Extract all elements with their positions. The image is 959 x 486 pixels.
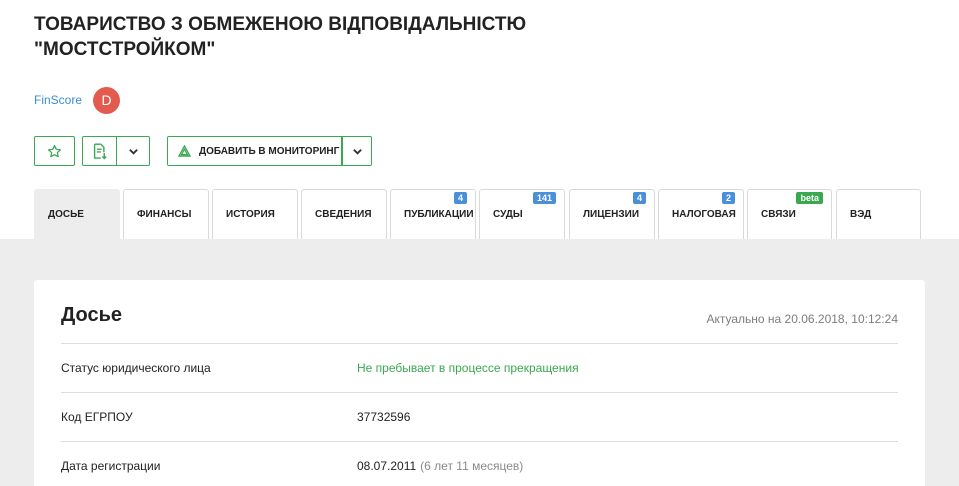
tab-count-badge: 2 bbox=[721, 192, 735, 204]
info-row-registration-date: Дата регистрации 08.07.2011 (6 лет 11 ме… bbox=[61, 441, 898, 486]
tab-info[interactable]: СВЕДЕНИЯ bbox=[301, 189, 387, 239]
tab-count-badge: 4 bbox=[632, 192, 646, 204]
monitoring-dropdown-button[interactable] bbox=[342, 136, 372, 166]
tab-label: ПУБЛИКАЦИИ bbox=[404, 209, 474, 220]
tab-label: СВЯЗИ bbox=[761, 209, 796, 220]
tab-label: НАЛОГОВАЯ bbox=[672, 209, 736, 220]
favorite-button[interactable] bbox=[34, 136, 75, 166]
tab-label: ЛИЦЕНЗИИ bbox=[583, 209, 640, 220]
dossier-card: Досье Актуально на 20.06.2018, 10:12:24 … bbox=[34, 280, 925, 486]
star-icon bbox=[47, 144, 62, 157]
toolbar: ДОБАВИТЬ В МОНИТОРИНГ bbox=[34, 136, 372, 166]
tab-label: СВЕДЕНИЯ bbox=[315, 209, 372, 220]
tab-label: СУДЫ bbox=[493, 209, 523, 220]
tab-relations[interactable]: СВЯЗИ beta bbox=[747, 189, 832, 239]
company-title: ТОВАРИСТВО З ОБМЕЖЕНОЮ ВІДПОВІДАЛЬНІСТЮ … bbox=[34, 14, 527, 60]
row-value: 08.07.2011 bbox=[357, 458, 417, 473]
finscore: FinScore D bbox=[34, 86, 121, 114]
row-value-note: (6 лет 11 месяцев) bbox=[420, 458, 524, 473]
info-row-edrpou: Код ЕГРПОУ 37732596 bbox=[61, 392, 898, 441]
tab-beta-badge: beta bbox=[796, 192, 823, 204]
export-button-group bbox=[82, 136, 150, 166]
row-value: Не пребывает в процессе прекращения bbox=[357, 360, 579, 375]
tab-label: ВЭД bbox=[850, 209, 872, 220]
tab-dossier[interactable]: ДОСЬЕ bbox=[34, 189, 120, 239]
tab-label: ДОСЬЕ bbox=[48, 209, 84, 220]
tab-foreign-trade[interactable]: ВЭД bbox=[836, 189, 921, 239]
row-label: Дата регистрации bbox=[61, 458, 161, 473]
chevron-down-icon bbox=[128, 148, 138, 155]
export-document-icon bbox=[93, 142, 107, 159]
monitoring-triangle-icon bbox=[178, 145, 191, 157]
tab-count-badge: 141 bbox=[532, 192, 556, 204]
tab-count-badge: 4 bbox=[453, 192, 467, 204]
add-to-monitoring-button[interactable]: ДОБАВИТЬ В МОНИТОРИНГ bbox=[167, 136, 342, 166]
tab-finance[interactable]: ФИНАНСЫ bbox=[123, 189, 209, 239]
info-row-status: Статус юридического лица Не пребывает в … bbox=[61, 343, 898, 392]
tab-courts[interactable]: СУДЫ 141 bbox=[479, 189, 565, 239]
export-button[interactable] bbox=[82, 136, 117, 166]
tab-label: ИСТОРИЯ bbox=[226, 209, 275, 220]
tab-licenses[interactable]: ЛИЦЕНЗИИ 4 bbox=[569, 189, 655, 239]
tab-history[interactable]: ИСТОРИЯ bbox=[212, 189, 298, 239]
tab-publications[interactable]: ПУБЛИКАЦИИ 4 bbox=[390, 189, 476, 239]
add-to-monitoring-label: ДОБАВИТЬ В МОНИТОРИНГ bbox=[199, 145, 340, 157]
row-label: Код ЕГРПОУ bbox=[61, 409, 133, 424]
row-label: Статус юридического лица bbox=[61, 360, 211, 375]
tab-tax[interactable]: НАЛОГОВАЯ 2 bbox=[658, 189, 744, 239]
finscore-grade-badge[interactable]: D bbox=[93, 86, 121, 114]
updated-timestamp: Актуально на 20.06.2018, 10:12:24 bbox=[706, 312, 898, 326]
tab-label: ФИНАНСЫ bbox=[137, 209, 192, 220]
dossier-title: Досье bbox=[61, 304, 122, 326]
chevron-down-icon bbox=[352, 148, 362, 155]
row-value: 37732596 bbox=[357, 409, 411, 424]
export-dropdown-button[interactable] bbox=[117, 136, 150, 166]
monitoring-button-group: ДОБАВИТЬ В МОНИТОРИНГ bbox=[167, 136, 372, 166]
finscore-link[interactable]: FinScore bbox=[34, 93, 82, 107]
